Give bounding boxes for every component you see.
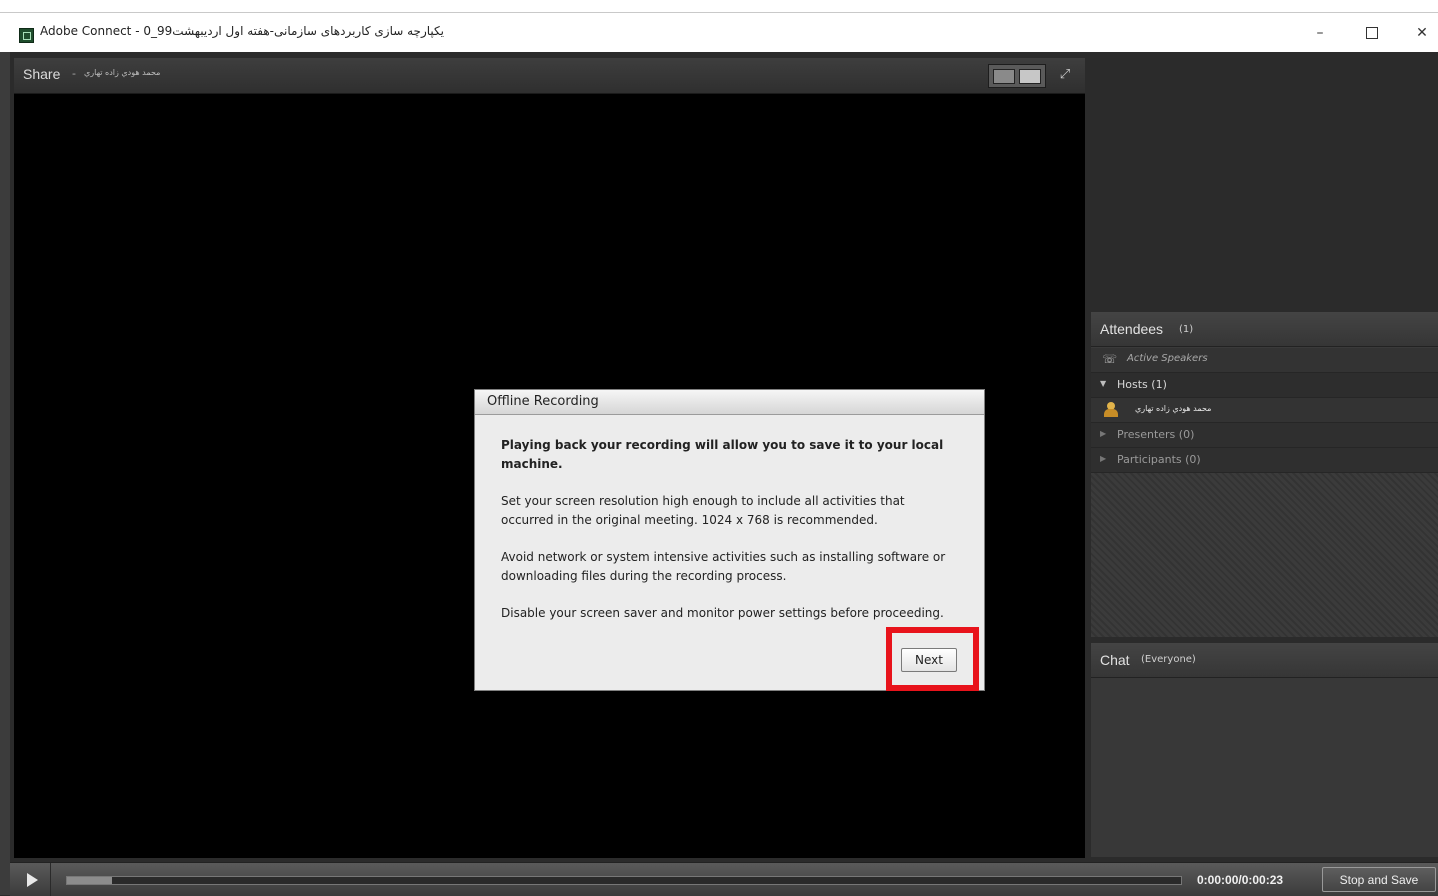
- host-attendee-name: محمد هودي زاده تهاري: [1135, 404, 1212, 413]
- dialog-intro-text: Playing back your recording will allow y…: [501, 438, 944, 471]
- participants-group[interactable]: ▶ Participants (0): [1091, 448, 1438, 473]
- close-button[interactable]: ✕: [1398, 15, 1438, 51]
- presenters-label: Presenters (0): [1117, 428, 1195, 441]
- participants-label: Participants (0): [1117, 453, 1201, 466]
- window-title: يكپارچه سازی کاربردهای سازمانی-هفته اول …: [40, 24, 445, 38]
- attendees-empty-area: [1091, 473, 1438, 637]
- share-presenter-name: محمد هودي زاده تهاري: [84, 68, 161, 77]
- camera-pod: [1091, 52, 1438, 310]
- next-button[interactable]: Next: [901, 648, 957, 672]
- share-pod-title: Share: [23, 66, 61, 82]
- fullscreen-icon[interactable]: ⤢: [1054, 64, 1076, 86]
- play-button[interactable]: [10, 863, 51, 896]
- dialog-resolution-text: Set your screen resolution high enough t…: [501, 494, 905, 527]
- hosts-group[interactable]: ▼ Hosts (1): [1091, 373, 1438, 398]
- attendees-count: (1): [1179, 324, 1194, 335]
- dialog-header: Offline Recording: [475, 390, 984, 415]
- maximize-button[interactable]: [1348, 15, 1396, 51]
- dialog-title: Offline Recording: [487, 394, 599, 409]
- host-attendee-row[interactable]: محمد هودي زاده تهاري: [1091, 398, 1438, 423]
- chat-header: Chat (Everyone): [1091, 643, 1438, 678]
- stop-and-save-button[interactable]: Stop and Save: [1322, 867, 1436, 892]
- hosts-label: Hosts (1): [1117, 378, 1167, 391]
- expand-triangle-icon: ▶: [1100, 454, 1107, 463]
- layout-fit-icon: [1019, 69, 1041, 84]
- dialog-network-text: Avoid network or system intensive activi…: [501, 550, 946, 583]
- active-speakers-row: ☏ Active Speakers: [1091, 348, 1438, 373]
- adobe-connect-icon: [19, 28, 34, 43]
- play-icon: [27, 873, 38, 887]
- window-top-edge: [0, 0, 1438, 12]
- expand-triangle-icon: ▶: [1100, 429, 1107, 438]
- minimize-button[interactable]: –: [1296, 15, 1344, 51]
- playback-seek-bar[interactable]: [66, 876, 1182, 885]
- playback-time: 0:00:00/0:00:23: [1197, 873, 1284, 887]
- share-pod-header: Share - محمد هودي زاده تهاري ⤢: [14, 58, 1085, 94]
- active-speakers-label: Active Speakers: [1127, 353, 1208, 364]
- collapse-triangle-icon: ▼: [1100, 379, 1107, 388]
- layout-toggle-button[interactable]: [988, 64, 1046, 88]
- presenters-group[interactable]: ▶ Presenters (0): [1091, 423, 1438, 448]
- playback-progress: [67, 877, 112, 884]
- playback-bar: 0:00:00/0:00:23 Stop and Save: [10, 862, 1438, 896]
- chat-title: Chat: [1100, 652, 1130, 668]
- chat-scope: (Everyone): [1141, 654, 1196, 665]
- maximize-icon: [1366, 27, 1378, 39]
- share-title-separator: -: [72, 67, 76, 80]
- chat-pod: Chat (Everyone): [1091, 643, 1438, 857]
- dialog-body: Playing back your recording will allow y…: [501, 436, 951, 641]
- window-left-edge: [0, 52, 10, 895]
- window-titlebar: يكپارچه سازی کاربردهای سازمانی-هفته اول …: [0, 12, 1438, 52]
- attendees-header: Attendees (1): [1091, 312, 1438, 347]
- phone-speaker-icon: ☏: [1102, 352, 1118, 366]
- attendees-title: Attendees: [1100, 321, 1164, 337]
- host-user-icon: [1104, 402, 1118, 417]
- attendees-pod: Attendees (1) ☏ Active Speakers ▼ Hosts …: [1091, 312, 1438, 637]
- dialog-screensaver-text: Disable your screen saver and monitor po…: [501, 606, 944, 620]
- layout-screen-icon: [993, 69, 1015, 84]
